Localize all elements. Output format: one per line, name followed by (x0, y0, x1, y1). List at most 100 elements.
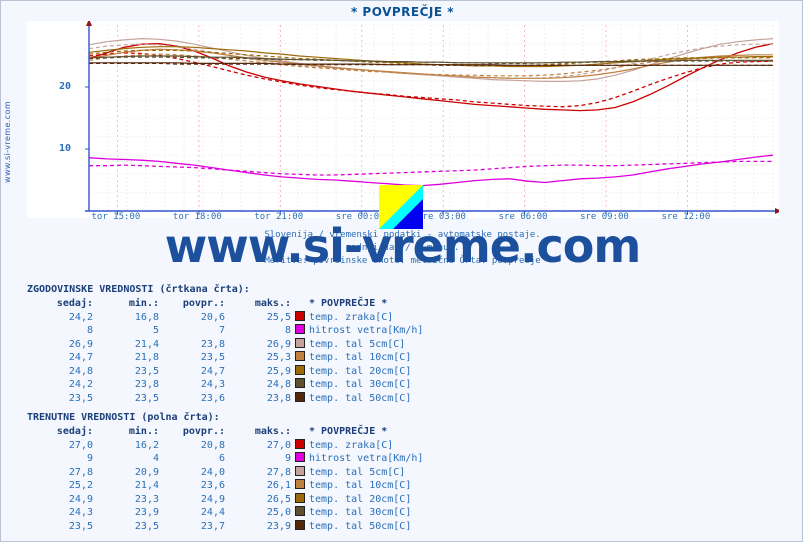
cell-povpr: 23,5 (200, 352, 225, 363)
column-header: sedaj: (56, 298, 93, 309)
legend-color-swatch (291, 391, 309, 406)
column-header: min.: (128, 426, 159, 437)
legend-label: temp. tal 50cm[C] (309, 520, 412, 532)
cell-sedaj: 23,5 (68, 392, 93, 404)
cell-min: 5 (152, 325, 159, 336)
legend-label: temp. tal 10cm[C] (309, 480, 412, 491)
cell-maks: 26,9 (266, 338, 291, 350)
cell-povpr: 7 (218, 325, 225, 336)
caption-line-1: Slovenija / vremenski podatki - avtomats… (264, 230, 541, 240)
table-row: 24,9 23,3 24,9 26,5 temp. tal 20cm[C] (27, 492, 423, 507)
x-tick-label: sre 09:00 (580, 212, 629, 222)
legend-label: temp. zraka[C] (309, 439, 394, 451)
legend-label: temp. tal 50cm[C] (309, 392, 412, 404)
y-tick-label: 20 (58, 81, 71, 92)
cell-maks: 25,9 (266, 365, 291, 377)
table-row: 27,0 16,2 20,8 27,0 temp. zraka[C] (27, 438, 423, 453)
x-tick-label: sre 06:00 (498, 212, 548, 222)
table-row: 24,3 23,9 24,4 25,0 temp. tal 30cm[C] (27, 506, 423, 520)
x-tick-label: tor 15:00 (91, 212, 141, 222)
cell-sedaj: 27,0 (68, 439, 93, 451)
legend-color-swatch (291, 519, 309, 534)
table-row: 23,5 23,5 23,6 23,8 temp. tal 50cm[C] (27, 391, 423, 406)
column-header: maks.: (254, 426, 291, 437)
cell-maks: 23,9 (266, 520, 291, 532)
legend-label: temp. tal 5cm[C] (309, 338, 406, 350)
site-url-vertical: www.si-vreme.com (3, 100, 12, 183)
cell-min: 23,5 (134, 392, 159, 404)
legend-label: temp. tal 20cm[C] (309, 365, 412, 377)
cell-sedaj: 27,8 (68, 466, 93, 478)
legend-label: temp. tal 30cm[C] (309, 507, 412, 518)
table-header-row: sedaj: min.: povpr.: maks.: * POVPREČJE * (27, 425, 423, 439)
table-body: 24,2 16,8 20,6 25,5 temp. zraka[C] 8 5 7 8 hitros… (27, 310, 423, 406)
legend-color-swatch (291, 492, 309, 507)
legend-color-swatch (291, 337, 309, 352)
cell-maks: 27,8 (266, 466, 291, 478)
table-body: 27,0 16,2 20,8 27,0 temp. zraka[C] 9 4 6 9 hitros… (27, 438, 423, 534)
cell-maks: 26,5 (266, 493, 291, 505)
table-row: 27,8 20,9 24,0 27,8 temp. tal 5cm[C] (27, 465, 423, 480)
cell-povpr: 23,6 (200, 480, 225, 491)
caption-line-3: Meritve: površinske enote: metrične Črta… (264, 256, 541, 266)
current-values-table: TRENUTNE VREDNOSTI (polna črta): sedaj: m… (27, 412, 423, 533)
cell-min: 21,8 (134, 352, 159, 363)
cell-min: 16,2 (134, 439, 159, 451)
cell-maks: 8 (284, 325, 291, 336)
cell-maks: 24,8 (266, 379, 291, 390)
legend-label: temp. zraka[C] (309, 311, 394, 323)
legend-label: temp. tal 20cm[C] (309, 493, 412, 505)
cell-maks: 26,1 (266, 480, 291, 491)
table-header-row: sedaj: min.: povpr.: maks.: * POVPREČJE * (27, 297, 423, 311)
legend-color-swatch (291, 351, 309, 365)
cell-maks: 9 (284, 453, 291, 464)
cell-sedaj: 24,2 (68, 379, 93, 390)
x-tick-label: sre 00:00 (335, 212, 385, 222)
historical-values-grid: sedaj: min.: povpr.: maks.: * POVPREČJE * 24… (27, 297, 424, 406)
legend-color-swatch (291, 378, 309, 392)
cell-min: 23,9 (134, 507, 159, 518)
column-header: maks.: (254, 298, 291, 309)
cell-sedaj: 26,9 (68, 338, 93, 350)
cell-sedaj: 24,7 (68, 352, 93, 363)
cell-sedaj: 8 (86, 325, 93, 336)
column-header: * POVPREČJE * (309, 426, 388, 437)
x-tick-label: sre 03:00 (417, 212, 466, 222)
table-row: 25,2 21,4 23,6 26,1 temp. tal 10cm[C] (27, 479, 423, 493)
page-title: * POVPREČJE * (350, 5, 455, 19)
cell-maks: 25,5 (266, 311, 291, 323)
cell-maks: 25,0 (266, 507, 291, 518)
legend-color-swatch (291, 438, 309, 453)
legend-color-swatch (291, 465, 309, 480)
cell-sedaj: 23,5 (68, 520, 93, 532)
cell-min: 23,3 (134, 493, 159, 505)
cell-povpr: 23,7 (200, 520, 225, 532)
cell-min: 21,4 (134, 338, 159, 350)
column-header: * POVPREČJE * (309, 298, 388, 309)
cell-sedaj: 25,2 (68, 480, 93, 491)
table-row: 8 5 7 8 hitrost vetra[Km/h] (27, 324, 423, 338)
cell-sedaj: 24,8 (68, 365, 93, 377)
column-header: min.: (128, 298, 159, 309)
legend-color-swatch (291, 479, 309, 493)
chart-caption: Slovenija / vremenski podatki - avtomats… (1, 229, 803, 268)
cell-maks: 23,8 (266, 392, 291, 404)
y-tick-label: 10 (58, 143, 71, 154)
table-row: 23,5 23,5 23,7 23,9 temp. tal 50cm[C] (27, 519, 423, 534)
legend-color-swatch (291, 364, 309, 379)
legend-label: temp. tal 30cm[C] (309, 379, 412, 390)
cell-sedaj: 9 (86, 453, 93, 464)
legend-color-swatch (291, 324, 309, 338)
legend-color-swatch (291, 506, 309, 520)
cell-povpr: 24,0 (200, 466, 225, 478)
historical-values-heading: ZGODOVINSKE VREDNOSTI (črtkana črta): (27, 284, 250, 295)
cell-min: 20,9 (134, 466, 159, 478)
table-row: 24,2 16,8 20,6 25,5 temp. zraka[C] (27, 310, 423, 325)
legend-label: temp. tal 5cm[C] (309, 466, 406, 478)
current-values-heading: TRENUTNE VREDNOSTI (polna črta): (27, 412, 220, 423)
x-tick-label: sre 12:00 (661, 212, 711, 222)
cell-povpr: 23,8 (200, 338, 225, 350)
cell-maks: 25,3 (266, 352, 291, 363)
chart-page: * POVPREČJE * www.si-vreme.com tor 15:00… (0, 0, 803, 542)
cell-min: 23,8 (134, 379, 159, 390)
